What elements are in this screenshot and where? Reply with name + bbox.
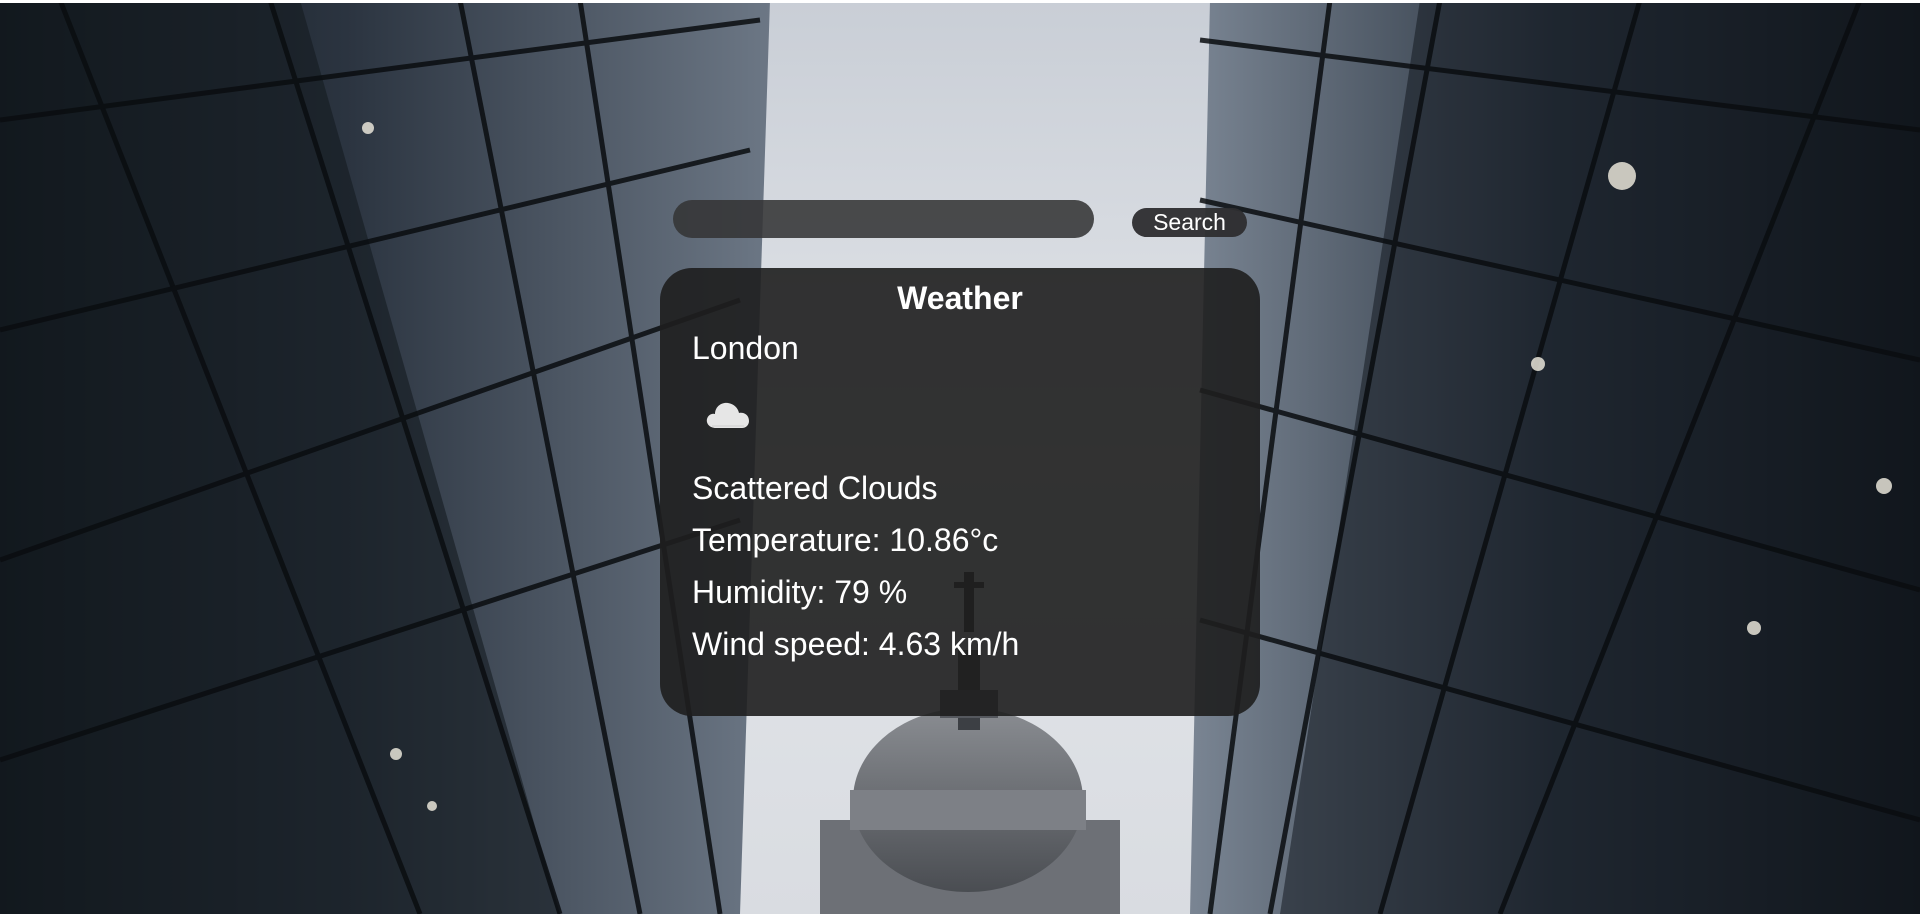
search-button[interactable]: Search	[1132, 208, 1247, 237]
cloud-icon	[706, 402, 749, 428]
page-root: Search Weather London Scattered Clouds T…	[0, 0, 1920, 914]
search-input[interactable]	[673, 200, 1094, 238]
humidity-readout: Humidity: 79 %	[692, 574, 908, 610]
top-strip	[0, 0, 1920, 3]
weather-description: Scattered Clouds	[692, 470, 938, 506]
temperature-readout: Temperature: 10.86°c	[692, 522, 999, 558]
card-title: Weather	[897, 280, 1023, 316]
city-name: London	[692, 330, 799, 366]
weather-card: Weather London Scattered Clouds Temperat…	[660, 268, 1260, 716]
wind-speed-readout: Wind speed: 4.63 km/h	[692, 626, 1020, 662]
